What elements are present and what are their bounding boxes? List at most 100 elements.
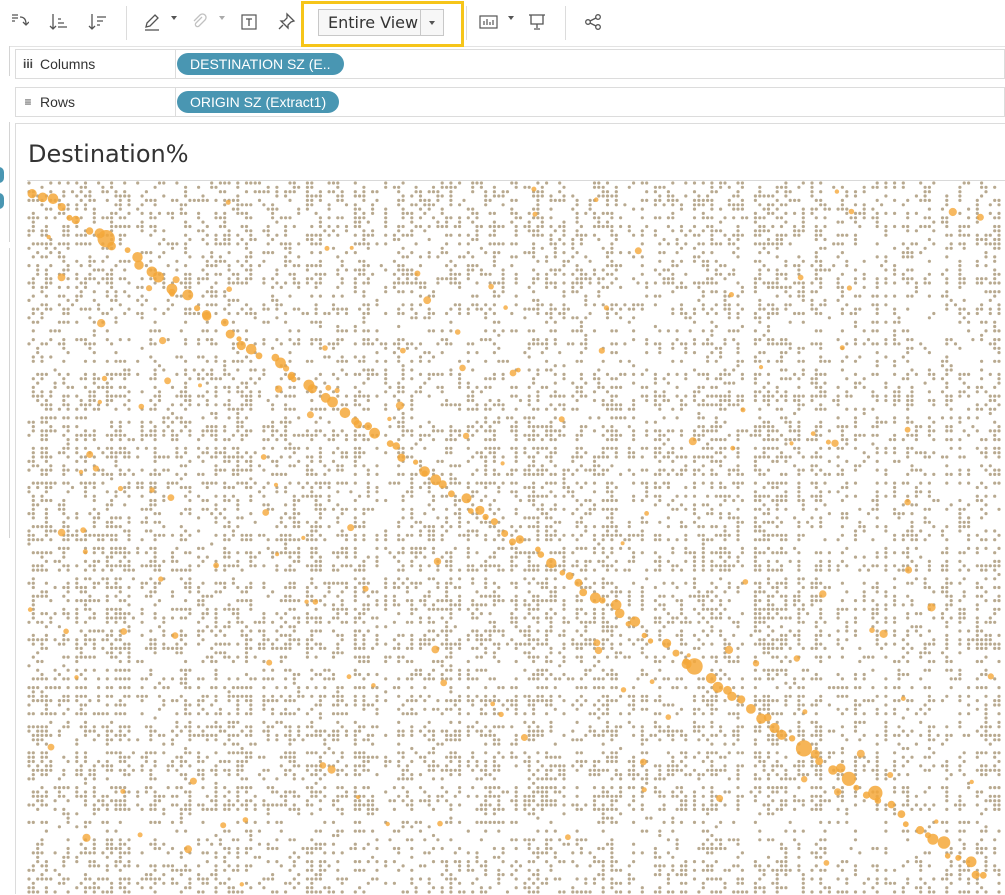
- mark-small[interactable]: [175, 451, 179, 455]
- mark-small[interactable]: [540, 385, 544, 389]
- mark-small[interactable]: [540, 342, 544, 346]
- mark-small[interactable]: [153, 481, 157, 485]
- mark-small[interactable]: [405, 255, 409, 259]
- mark-small[interactable]: [645, 481, 649, 485]
- mark-small[interactable]: [336, 490, 340, 494]
- mark-small[interactable]: [114, 372, 118, 376]
- mark-small[interactable]: [601, 433, 605, 437]
- mark-small[interactable]: [197, 372, 201, 376]
- mark-small[interactable]: [358, 394, 362, 398]
- mark-small[interactable]: [701, 294, 705, 298]
- mark-small[interactable]: [923, 194, 927, 198]
- mark-small[interactable]: [858, 211, 862, 215]
- mark-small[interactable]: [997, 211, 1001, 215]
- mark-small[interactable]: [331, 433, 336, 437]
- mark-small[interactable]: [405, 211, 409, 215]
- mark-small[interactable]: [719, 451, 723, 455]
- mark-small[interactable]: [758, 185, 762, 189]
- mark-small[interactable]: [501, 407, 505, 411]
- mark-small[interactable]: [771, 485, 775, 490]
- mark-small[interactable]: [584, 316, 588, 320]
- mark-small[interactable]: [397, 229, 401, 233]
- mark-small[interactable]: [144, 507, 148, 511]
- mark-small[interactable]: [601, 359, 605, 363]
- mark-small[interactable]: [714, 359, 718, 363]
- mark-small[interactable]: [279, 420, 283, 424]
- mark-small[interactable]: [127, 198, 131, 202]
- mark-small[interactable]: [453, 224, 457, 229]
- mark-small[interactable]: [719, 346, 723, 350]
- mark-small[interactable]: [110, 503, 114, 507]
- mark-small[interactable]: [310, 264, 314, 268]
- mark-small[interactable]: [297, 255, 301, 259]
- mark-small[interactable]: [836, 416, 840, 420]
- mark-small[interactable]: [431, 438, 436, 442]
- mark-small[interactable]: [492, 342, 496, 346]
- mark-small[interactable]: [540, 507, 544, 511]
- mark-small[interactable]: [684, 468, 688, 472]
- mark-small[interactable]: [149, 507, 153, 511]
- mark-small[interactable]: [431, 290, 436, 294]
- mark-small[interactable]: [140, 425, 144, 429]
- mark-small[interactable]: [310, 485, 314, 490]
- mark-small[interactable]: [170, 211, 175, 215]
- mark-small[interactable]: [244, 481, 249, 485]
- mark-small[interactable]: [545, 425, 549, 429]
- mark-small[interactable]: [205, 398, 209, 403]
- mark-small[interactable]: [31, 311, 35, 316]
- mark-small[interactable]: [431, 429, 436, 433]
- mark-small[interactable]: [801, 455, 805, 459]
- mark-small[interactable]: [466, 385, 470, 389]
- mark-small[interactable]: [840, 498, 845, 503]
- mark-small[interactable]: [162, 433, 166, 437]
- mark-small[interactable]: [353, 429, 357, 433]
- mark-small[interactable]: [331, 451, 336, 455]
- mark-small[interactable]: [223, 425, 227, 429]
- mark-small[interactable]: [101, 385, 105, 389]
- mark-small[interactable]: [353, 464, 357, 468]
- mark-small[interactable]: [823, 303, 827, 307]
- mark-small[interactable]: [97, 407, 101, 411]
- mark-small[interactable]: [819, 246, 823, 250]
- mark-small[interactable]: [927, 272, 932, 276]
- mark-small[interactable]: [114, 351, 118, 355]
- mark-small[interactable]: [492, 472, 496, 476]
- mark-small[interactable]: [353, 472, 357, 476]
- mark-small[interactable]: [123, 311, 127, 316]
- mark-small[interactable]: [514, 425, 518, 429]
- mark-small[interactable]: [344, 481, 349, 485]
- mark-small[interactable]: [988, 472, 992, 476]
- mark-small[interactable]: [653, 281, 658, 285]
- mark-small[interactable]: [701, 307, 705, 311]
- mark-small[interactable]: [845, 233, 849, 237]
- mark-small[interactable]: [958, 233, 962, 237]
- mark-small[interactable]: [323, 229, 327, 233]
- mark-small[interactable]: [362, 190, 366, 194]
- mark-small[interactable]: [53, 416, 57, 420]
- mark-small[interactable]: [766, 494, 771, 498]
- mark-small[interactable]: [318, 407, 322, 411]
- mark-small[interactable]: [523, 416, 527, 420]
- mark-small[interactable]: [797, 264, 801, 268]
- mark-small[interactable]: [440, 338, 444, 342]
- mark-small[interactable]: [610, 242, 614, 246]
- mark-small[interactable]: [532, 416, 536, 420]
- mark-small[interactable]: [97, 281, 101, 285]
- mark-small[interactable]: [97, 516, 101, 520]
- mark-small[interactable]: [40, 311, 44, 316]
- mark-small[interactable]: [484, 329, 488, 333]
- mark-small[interactable]: [710, 251, 714, 255]
- mark-small[interactable]: [336, 285, 340, 289]
- mark-small[interactable]: [227, 237, 231, 242]
- mark-small[interactable]: [484, 338, 488, 342]
- mark-small[interactable]: [375, 472, 379, 476]
- mark-small[interactable]: [358, 220, 362, 224]
- mark-small[interactable]: [105, 403, 109, 407]
- mark-small[interactable]: [753, 194, 758, 198]
- mark-small[interactable]: [66, 285, 70, 289]
- mark-small[interactable]: [740, 181, 745, 185]
- mark-small[interactable]: [36, 394, 40, 398]
- mark-small[interactable]: [44, 433, 48, 437]
- mark-small[interactable]: [597, 472, 601, 476]
- mark-small[interactable]: [410, 429, 414, 433]
